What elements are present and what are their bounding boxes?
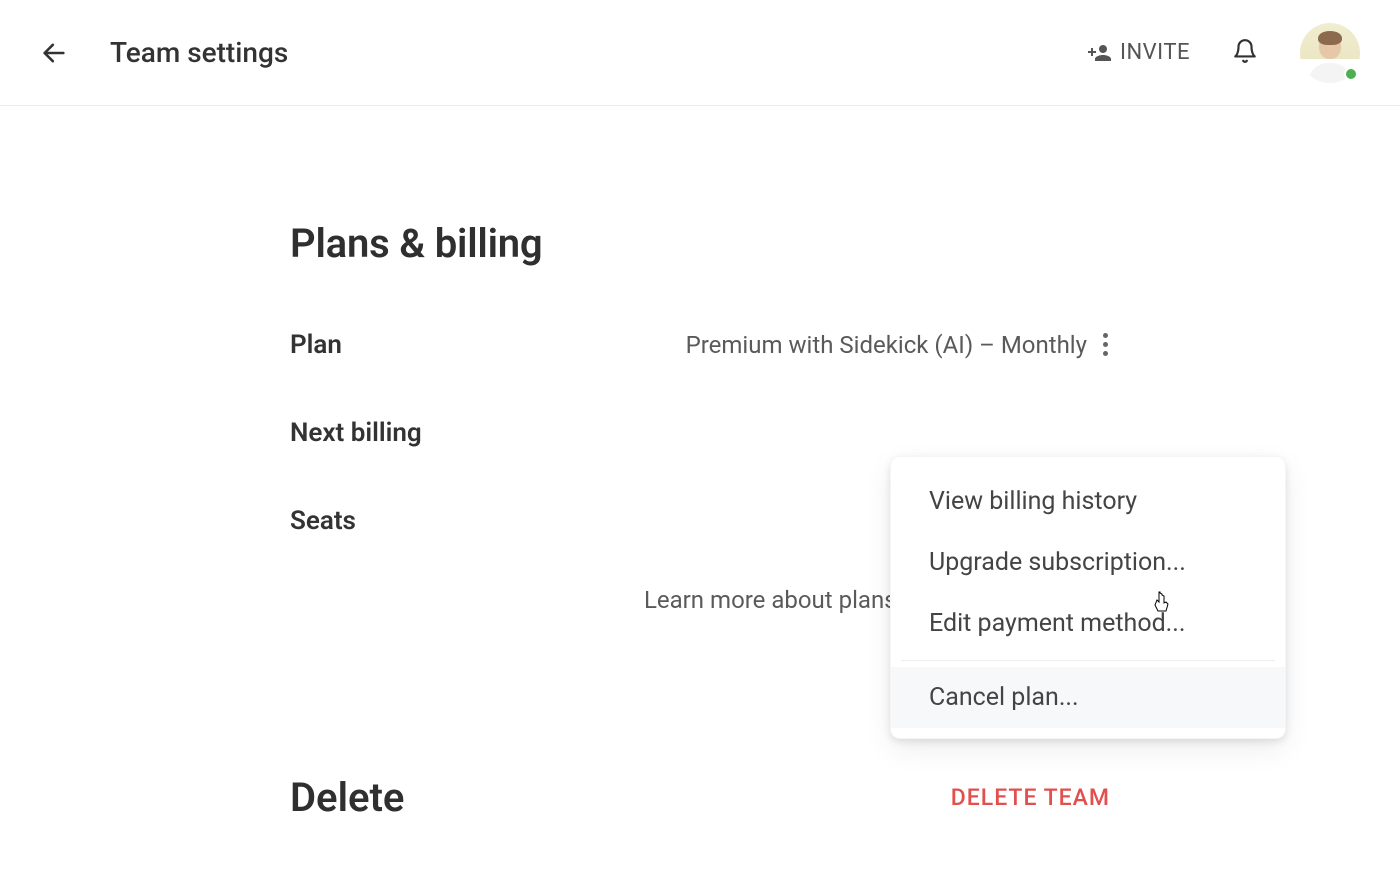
invite-button[interactable]: INVITE [1088, 40, 1190, 65]
menu-item-upgrade-subscription[interactable]: Upgrade subscription... [891, 532, 1285, 593]
person-add-icon [1088, 41, 1112, 65]
invite-label: INVITE [1120, 40, 1190, 65]
content-area: Plans & billing Plan Premium with Sideki… [290, 106, 1110, 821]
bell-icon [1232, 38, 1258, 64]
menu-separator [901, 660, 1275, 661]
menu-item-edit-payment-method[interactable]: Edit payment method... [891, 593, 1285, 654]
next-billing-row: Next billing [290, 418, 1110, 448]
header-bar: Team settings INVITE [0, 0, 1400, 106]
plan-menu-button[interactable] [1101, 329, 1110, 360]
delete-team-button[interactable]: DELETE TEAM [951, 784, 1110, 811]
plan-value-group: Premium with Sidekick (AI) – Monthly [686, 329, 1110, 360]
page-title: Team settings [110, 36, 288, 69]
header-actions: INVITE [1088, 23, 1360, 83]
seats-label: Seats [290, 506, 356, 536]
account-avatar[interactable] [1300, 23, 1360, 83]
arrow-left-icon [40, 39, 68, 67]
menu-item-cancel-plan[interactable]: Cancel plan... [891, 667, 1285, 728]
more-vertical-icon [1103, 333, 1108, 338]
notifications-button[interactable] [1232, 38, 1258, 68]
plan-row: Plan Premium with Sidekick (AI) – Monthl… [290, 329, 1110, 360]
plan-actions-menu: View billing history Upgrade subscriptio… [890, 456, 1286, 739]
back-button[interactable] [40, 39, 68, 67]
menu-item-view-billing-history[interactable]: View billing history [891, 471, 1285, 532]
delete-section: Delete DELETE TEAM [290, 774, 1110, 821]
next-billing-label: Next billing [290, 418, 422, 448]
plans-billing-heading: Plans & billing [290, 220, 1110, 267]
plan-value: Premium with Sidekick (AI) – Monthly [686, 331, 1087, 359]
delete-heading: Delete [290, 774, 404, 821]
presence-indicator [1344, 67, 1358, 81]
plan-label: Plan [290, 330, 342, 360]
